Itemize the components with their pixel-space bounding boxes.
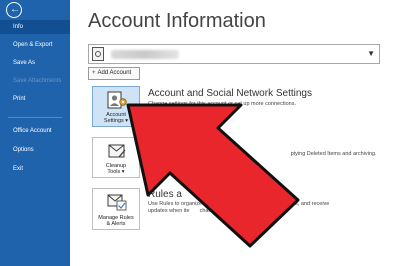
dropdown-arrow-icon[interactable]: ▼: [367, 49, 375, 58]
account-selector[interactable]: ▼: [88, 44, 380, 64]
back-arrow-icon: ←: [10, 4, 20, 15]
nav-item-exit[interactable]: Exit: [0, 162, 70, 176]
account-settings-label: Account Settings ▾: [103, 112, 129, 124]
nav-item-options[interactable]: Options: [0, 143, 70, 157]
back-button[interactable]: ←: [6, 2, 22, 18]
rules-alerts-icon: [107, 194, 127, 211]
nav-divider: [8, 117, 62, 118]
manage-rules-alerts-button[interactable]: Manage Rules & Alerts: [92, 188, 140, 230]
rules-heading: Rules a: [148, 189, 182, 200]
backstage-sidebar: ← Info Open & Export Save As Save Attach…: [0, 0, 70, 266]
account-settings-heading: Account and Social Network Settings: [148, 88, 312, 99]
account-settings-icon: [107, 91, 127, 109]
rules-description: Use Rules to organize email messages, and…: [148, 201, 330, 214]
cleanup-description: Mptying Deleted Items and archiving.: [148, 151, 377, 157]
nav-item-open-export[interactable]: Open & Export: [0, 38, 70, 52]
cleanup-tools-button[interactable]: Cleanup Tools ▾: [92, 137, 140, 178]
manage-rules-label: Manage Rules & Alerts: [98, 215, 134, 227]
account-name-blurred: [111, 50, 179, 59]
account-icon: [92, 47, 104, 61]
plus-icon: +: [92, 70, 96, 76]
nav-item-office-account[interactable]: Office Account: [0, 124, 70, 138]
nav-item-print[interactable]: Print: [0, 92, 70, 106]
account-settings-button[interactable]: Account Settings ▾: [92, 86, 140, 127]
account-settings-description: Change settings for this account or set …: [148, 101, 296, 114]
add-account-button[interactable]: + Add Account: [88, 67, 140, 80]
main-panel: Account Information ▼ + Add Account Accou…: [70, 0, 400, 266]
nav-item-info[interactable]: Info: [0, 20, 70, 34]
add-account-label: Add Account: [97, 70, 132, 76]
nav-item-save-as[interactable]: Save As: [0, 56, 70, 70]
nav-item-save-attachments: Save Attachments: [13, 78, 62, 84]
cleanup-tools-icon: [108, 144, 126, 158]
page-title: Account Information: [88, 10, 266, 32]
cleanup-tools-label: Cleanup Tools ▾: [105, 163, 127, 175]
